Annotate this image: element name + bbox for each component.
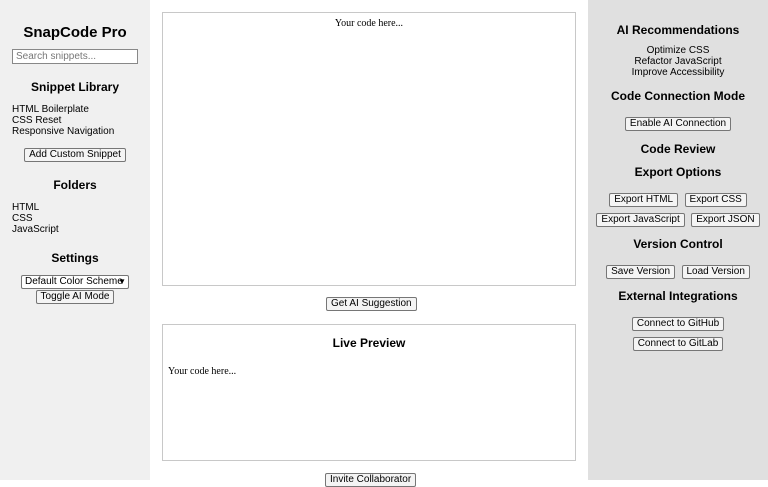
export-html-button[interactable]: Export HTML — [609, 193, 679, 207]
folder-item-javascript[interactable]: JavaScript — [12, 224, 138, 235]
ai-recommendations-heading: AI Recommendations — [616, 23, 740, 37]
snippet-list: HTML Boilerplate CSS Reset Responsive Na… — [12, 104, 138, 137]
ai-recommendations-list: Optimize CSS Refactor JavaScript Improve… — [588, 45, 768, 78]
color-scheme-select[interactable]: Default Color Scheme ▼ — [21, 275, 129, 289]
main-area: Your code here... Get AI Suggestion Live… — [150, 0, 588, 487]
recommendation-improve-accessibility[interactable]: Improve Accessibility — [588, 67, 768, 78]
settings-heading: Settings — [51, 251, 99, 265]
folders-heading: Folders — [53, 178, 97, 192]
snippet-item-responsive-navigation[interactable]: Responsive Navigation — [12, 126, 138, 137]
live-preview-heading: Live Preview — [332, 336, 406, 350]
right-sidebar: AI Recommendations Optimize CSS Refactor… — [588, 0, 768, 480]
github-row: Connect to GitHub — [588, 313, 768, 331]
folder-list: HTML CSS JavaScript — [12, 202, 138, 235]
code-editor-placeholder: Your code here... — [334, 18, 404, 29]
recommendation-refactor-javascript[interactable]: Refactor JavaScript — [588, 56, 768, 67]
connect-gitlab-button[interactable]: Connect to GitLab — [632, 337, 724, 351]
live-preview-content: Your code here... — [168, 366, 237, 377]
export-row-2: Export JavaScript Export JSON — [588, 209, 768, 227]
load-version-button[interactable]: Load Version — [681, 265, 750, 279]
folder-item-html[interactable]: HTML — [12, 202, 138, 213]
add-custom-snippet-button[interactable]: Add Custom Snippet — [24, 148, 126, 162]
version-control-heading: Version Control — [633, 237, 723, 251]
recommendation-optimize-css[interactable]: Optimize CSS — [588, 45, 768, 56]
gitlab-row: Connect to GitLab — [588, 333, 768, 351]
get-ai-suggestion-button[interactable]: Get AI Suggestion — [326, 297, 417, 311]
color-scheme-selected-value: Default Color Scheme — [25, 276, 123, 287]
code-connection-mode-heading: Code Connection Mode — [611, 89, 745, 103]
app-title: SnapCode Pro — [23, 24, 127, 41]
export-css-button[interactable]: Export CSS — [684, 193, 747, 207]
toggle-ai-mode-button[interactable]: Toggle AI Mode — [35, 290, 115, 304]
save-version-button[interactable]: Save Version — [606, 265, 676, 279]
enable-ai-connection-button[interactable]: Enable AI Connection — [624, 117, 732, 131]
code-review-heading: Code Review — [640, 142, 716, 156]
left-sidebar: SnapCode Pro Snippet Library HTML Boiler… — [0, 0, 150, 480]
export-json-button[interactable]: Export JSON — [691, 213, 760, 227]
code-editor[interactable]: Your code here... — [162, 12, 576, 286]
export-options-heading: Export Options — [634, 165, 722, 179]
invite-collaborator-button[interactable]: Invite Collaborator — [325, 473, 417, 487]
connect-github-button[interactable]: Connect to GitHub — [631, 317, 725, 331]
export-javascript-button[interactable]: Export JavaScript — [596, 213, 685, 227]
chevron-down-icon: ▼ — [118, 277, 126, 286]
folder-item-css[interactable]: CSS — [12, 213, 138, 224]
external-integrations-heading: External Integrations — [618, 289, 738, 303]
live-preview-panel: Live Preview Your code here... — [162, 324, 576, 461]
snippet-item-css-reset[interactable]: CSS Reset — [12, 115, 138, 126]
export-row-1: Export HTML Export CSS — [588, 189, 768, 207]
snippet-library-heading: Snippet Library — [30, 80, 119, 94]
version-buttons: Save Version Load Version — [588, 261, 768, 279]
snippet-item-html-boilerplate[interactable]: HTML Boilerplate — [12, 104, 138, 115]
search-input[interactable] — [12, 49, 138, 64]
